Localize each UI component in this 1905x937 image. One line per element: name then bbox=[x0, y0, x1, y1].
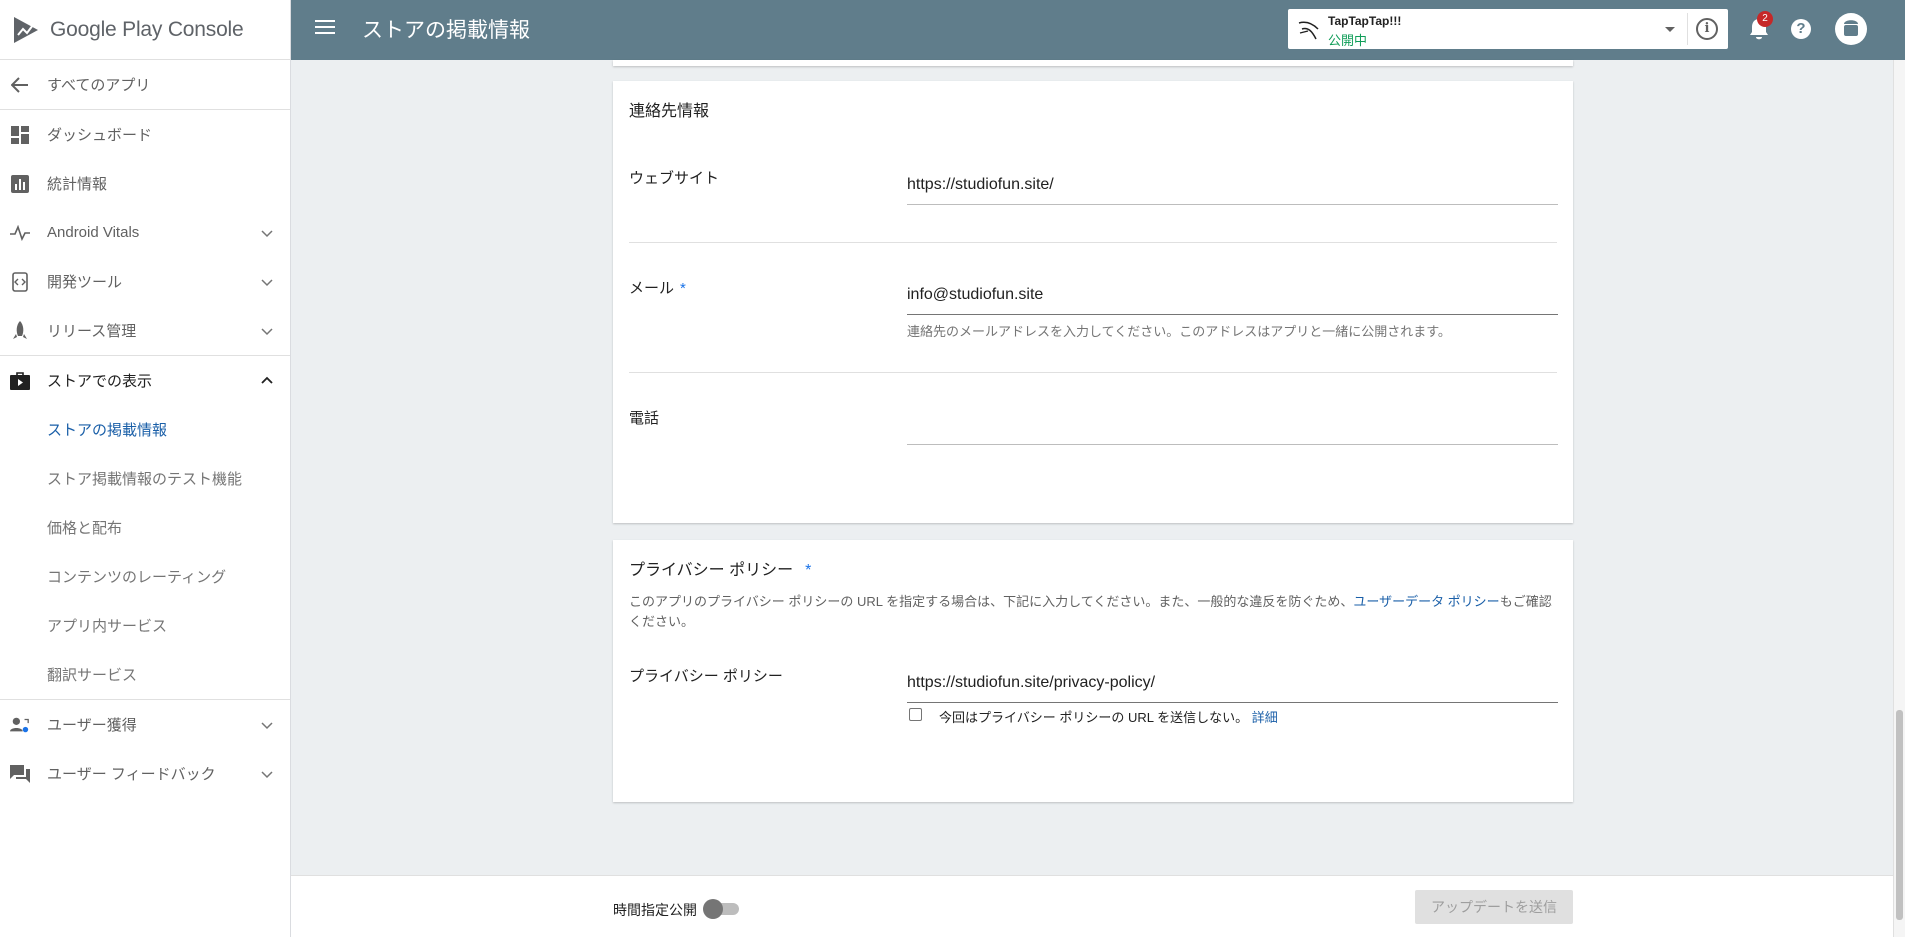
sidebar-item-statistics[interactable]: 統計情報 bbox=[0, 159, 290, 208]
sidebar-item-label: 統計情報 bbox=[47, 176, 108, 193]
sidebar-subitem-store-listing-experiments[interactable]: ストア掲載情報のテスト機能 bbox=[0, 454, 290, 503]
top-app-bar: ストアの掲載情報 TapTapTap!!! 公開中 i 2 ? bbox=[291, 0, 1905, 60]
help-icon[interactable]: ? bbox=[1791, 19, 1811, 39]
sidebar-subitem-pricing-distribution[interactable]: 価格と配布 bbox=[0, 503, 290, 552]
app-selector[interactable]: TapTapTap!!! 公開中 i bbox=[1288, 9, 1728, 49]
privacy-policy-card: プライバシー ポリシー * このアプリのプライバシー ポリシーの URL を指定す… bbox=[613, 540, 1573, 802]
brand-name-part1: Google Play bbox=[50, 17, 163, 41]
store-bag-icon bbox=[10, 371, 30, 391]
chevron-down-icon bbox=[261, 770, 273, 778]
privacy-policy-url-field[interactable]: https://studiofun.site/privacy-policy/ bbox=[907, 674, 1558, 703]
no-privacy-url-label: 今回はプライバシー ポリシーの URL を送信しない。 詳細 bbox=[939, 710, 1278, 725]
phone-field[interactable] bbox=[907, 416, 1558, 445]
sidebar-item-label: すべてのアプリ bbox=[47, 77, 151, 94]
sidebar-item-label: ユーザー獲得 bbox=[47, 717, 137, 734]
sidebar-subitem-translation-service[interactable]: 翻訳サービス bbox=[0, 650, 290, 699]
pulse-icon bbox=[10, 223, 30, 243]
sidebar-item-user-feedback[interactable]: ユーザー フィードバック bbox=[0, 749, 290, 798]
sidebar-item-dev-tools[interactable]: 開発ツール bbox=[0, 257, 290, 306]
submit-update-button[interactable]: アップデートを送信 bbox=[1415, 890, 1573, 924]
feedback-icon bbox=[10, 764, 30, 784]
privacy-policy-label: プライバシー ポリシー bbox=[629, 668, 783, 685]
sidebar-subitem-content-rating[interactable]: コンテンツのレーティング bbox=[0, 552, 290, 601]
page-scrollbar[interactable] bbox=[1893, 60, 1905, 937]
app-name: TapTapTap!!! bbox=[1328, 14, 1402, 28]
chevron-down-icon bbox=[261, 229, 273, 237]
email-hint: 連絡先のメールアドレスを入力してください。このアドレスはアプリと一緒に公開されま… bbox=[907, 324, 1451, 339]
rocket-icon bbox=[10, 320, 30, 341]
app-status: 公開中 bbox=[1328, 33, 1368, 48]
sidebar-item-label: 開発ツール bbox=[47, 274, 123, 291]
notification-count-badge: 2 bbox=[1757, 11, 1773, 27]
contact-info-card: 連絡先情報 ウェブサイト https://studiofun.site/ メール… bbox=[613, 81, 1573, 523]
scrollbar-thumb[interactable] bbox=[1896, 710, 1903, 920]
no-privacy-url-checkbox[interactable] bbox=[909, 708, 922, 721]
play-console-logo[interactable]: Google Play Console bbox=[0, 0, 290, 60]
app-icon bbox=[1298, 21, 1319, 40]
sidebar-item-label: Android Vitals bbox=[47, 224, 140, 241]
sidebar-item-dashboard[interactable]: ダッシュボード bbox=[0, 110, 290, 159]
caret-down-icon[interactable] bbox=[1665, 27, 1675, 32]
required-mark: * bbox=[805, 562, 812, 579]
avatar[interactable] bbox=[1835, 13, 1867, 45]
chevron-down-icon bbox=[261, 721, 273, 729]
scheduled-publishing-toggle[interactable] bbox=[703, 899, 739, 919]
info-icon[interactable]: i bbox=[1696, 18, 1718, 40]
play-console-logo-icon bbox=[14, 16, 38, 43]
previous-card-edge bbox=[613, 60, 1573, 66]
sidebar-item-label: リリース管理 bbox=[47, 323, 137, 340]
sidebar-item-user-acquisition[interactable]: ユーザー獲得 bbox=[0, 700, 290, 749]
sidebar-subitem-in-app-products[interactable]: アプリ内サービス bbox=[0, 601, 290, 650]
phone-label: 電話 bbox=[629, 410, 660, 427]
contact-section-title: 連絡先情報 bbox=[629, 103, 710, 120]
dashboard-icon bbox=[10, 125, 30, 145]
scheduled-publishing-label: 時間指定公開 bbox=[613, 902, 697, 918]
sidebar-item-all-apps[interactable]: すべてのアプリ bbox=[0, 60, 290, 109]
android-avatar-icon bbox=[1844, 20, 1858, 36]
sidebar-item-label: ユーザー フィードバック bbox=[47, 766, 216, 783]
arrow-left-icon bbox=[10, 75, 30, 95]
sidebar-item-label: ストアでの表示 bbox=[47, 373, 153, 390]
chevron-up-icon bbox=[261, 376, 273, 384]
sidebar-item-release-management[interactable]: リリース管理 bbox=[0, 306, 290, 355]
email-field[interactable]: info@studiofun.site bbox=[907, 286, 1558, 315]
menu-icon[interactable] bbox=[315, 20, 335, 38]
sidebar-item-android-vitals[interactable]: Android Vitals bbox=[0, 208, 290, 257]
chevron-down-icon bbox=[261, 327, 273, 335]
details-link[interactable]: 詳細 bbox=[1252, 710, 1278, 725]
brand-name-part2: Console bbox=[167, 17, 244, 41]
user-data-policy-link[interactable]: ユーザーデータ ポリシー bbox=[1353, 594, 1499, 609]
dev-tools-icon bbox=[10, 271, 30, 292]
bottom-action-bar: 時間指定公開 アップデートを送信 bbox=[291, 875, 1893, 937]
sidebar-item-label: ダッシュボード bbox=[47, 127, 153, 144]
bar-chart-icon bbox=[10, 174, 30, 194]
privacy-description: このアプリのプライバシー ポリシーの URL を指定する場合は、下記に入力してく… bbox=[629, 594, 1552, 629]
chevron-down-icon bbox=[261, 278, 273, 286]
page-title: ストアの掲載情報 bbox=[362, 19, 530, 42]
user-acquisition-icon bbox=[10, 715, 30, 735]
website-label: ウェブサイト bbox=[629, 170, 720, 187]
required-mark: * bbox=[680, 280, 686, 297]
email-label: メール * bbox=[629, 280, 686, 297]
website-field[interactable]: https://studiofun.site/ bbox=[907, 176, 1558, 205]
sidebar-item-store-presence[interactable]: ストアでの表示 bbox=[0, 356, 290, 405]
sidebar: Google Play Console すべてのアプリ ダッシュボード 統計情報… bbox=[0, 0, 291, 937]
privacy-section-title: プライバシー ポリシー * bbox=[629, 562, 812, 579]
sidebar-subitem-store-listing[interactable]: ストアの掲載情報 bbox=[0, 405, 290, 454]
